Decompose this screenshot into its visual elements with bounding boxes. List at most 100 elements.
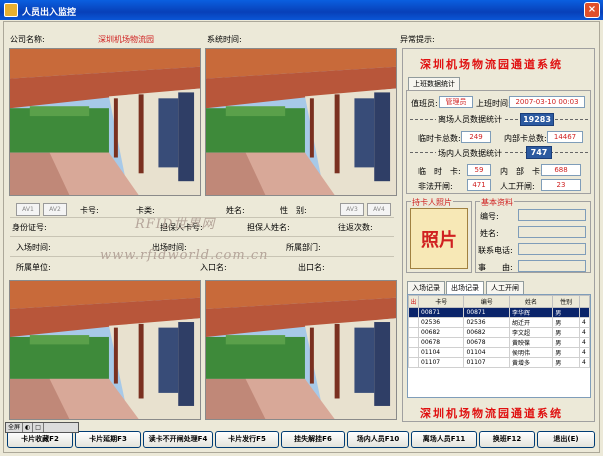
report-loss-button[interactable]: 挂失解挂F6 [281, 431, 345, 448]
camera-feed-4 [205, 280, 397, 420]
col-number[interactable]: 编号 [463, 295, 510, 308]
card-collect-button[interactable]: 卡片收藏F2 [7, 431, 73, 448]
footer-system-title: 深圳机场物流园通道系统 [420, 407, 563, 420]
in-stats-label: 场内人员数据统计 [436, 148, 504, 159]
table-row[interactable]: 01104 01104 侯明伟 男 4 [408, 347, 590, 358]
app-icon [4, 3, 18, 17]
watermark-logo: RFID世界网 [135, 217, 216, 232]
tab-exit-records[interactable]: 出场记录 [446, 281, 484, 294]
records-grid[interactable]: 出 卡号 编号 姓名 性别 00871 00871 李华辉 男 02536 02… [407, 294, 591, 398]
basic-no-field[interactable] [518, 209, 586, 221]
cell-extra: 4 [579, 347, 590, 358]
cell-card-no: 02536 [417, 317, 465, 328]
table-row[interactable]: 01107 01107 黄增多 男 4 [408, 357, 590, 368]
basic-phone-field[interactable] [518, 243, 586, 255]
in-site-staff-button[interactable]: 场内人员F10 [347, 431, 409, 448]
read-no-open-button[interactable]: 读卡不开闸处理F4 [143, 431, 213, 448]
table-row[interactable]: 02536 02536 胡迁开 男 4 [408, 317, 590, 328]
table-row[interactable]: 00682 00682 李文超 男 4 [408, 327, 590, 338]
cell-sex: 男 [552, 317, 580, 328]
watermark-url: www.rfidworld.com.cn [100, 248, 269, 263]
camera-1-image [10, 49, 200, 195]
cell-name: 侯明伟 [508, 347, 554, 358]
cell-name: 黄映葆 [508, 337, 554, 348]
tab-entry-records[interactable]: 入场记录 [407, 281, 445, 294]
col-card-no[interactable]: 卡号 [417, 295, 465, 308]
visits-label: 往返次数: [338, 223, 373, 232]
card-extend-button[interactable]: 卡片延期F3 [75, 431, 141, 448]
av3-button[interactable]: AV3 [340, 203, 364, 216]
cell-sex: 男 [552, 357, 580, 368]
cell-number: 00682 [463, 327, 510, 338]
window-title: 人员出入监控 [22, 8, 77, 18]
temp-total-label: 临时卡总数: [418, 134, 461, 143]
camera-4-image [206, 281, 396, 419]
row-marker [408, 317, 419, 328]
av1-button[interactable]: AV1 [16, 203, 40, 216]
name-label: 姓名: [226, 206, 245, 215]
basic-name-field[interactable] [518, 226, 586, 238]
cell-number: 01104 [463, 347, 510, 358]
cell-name: 胡迁开 [508, 317, 554, 328]
entry-time-label: 入场时间: [16, 243, 51, 252]
shift-time-value: 2007-03-10 00:03 [509, 96, 585, 108]
function-key-bar: 卡片收藏F2 卡片延期F3 读卡不开闸处理F4 卡片发行F5 挂失解挂F6 场内… [3, 428, 600, 451]
toolbar-window-button[interactable]: □ [33, 423, 44, 432]
cell-extra: 4 [579, 317, 590, 328]
cardholder-photo: 照片 [410, 208, 468, 269]
basic-name-label: 姓名: [480, 229, 499, 238]
internal-card-value: 688 [541, 164, 581, 176]
sponsor-name-label: 担保人姓名: [247, 223, 290, 232]
av2-button[interactable]: AV2 [43, 203, 67, 216]
temp-total-value: 249 [461, 131, 491, 143]
tab-shift-stats[interactable]: 上班数据统计 [408, 77, 460, 90]
sex-label: 性 别: [280, 206, 307, 215]
col-name[interactable]: 姓名 [508, 295, 554, 308]
basic-info-label: 基本资料 [480, 197, 514, 208]
duty-label: 值班员: [411, 99, 438, 108]
cell-name: 李华辉 [508, 307, 554, 318]
close-button[interactable]: × [584, 2, 600, 18]
system-time-label: 系统时间: [207, 35, 242, 44]
exit-button[interactable]: 退出(E) [537, 431, 595, 448]
illegal-open-value: 471 [467, 179, 491, 191]
av4-button[interactable]: AV4 [367, 203, 391, 216]
exit-gate-label: 出口名: [298, 263, 325, 272]
camera-feed-3 [9, 280, 201, 420]
cell-card-no: 01107 [417, 357, 465, 368]
row-marker [408, 347, 419, 358]
department-label: 所属部门: [286, 243, 321, 252]
title-bar: 人员出入监控 × [0, 0, 603, 20]
internal-total-label: 内部卡总数: [504, 134, 547, 143]
cell-sex: 男 [552, 347, 580, 358]
entry-gate-label: 入口名: [200, 263, 227, 272]
col-extra[interactable] [579, 295, 590, 308]
card-issue-button[interactable]: 卡片发行F5 [215, 431, 279, 448]
shift-change-button[interactable]: 换班F12 [479, 431, 535, 448]
table-row[interactable]: 00678 00678 黄映葆 男 4 [408, 337, 590, 348]
cell-name: 李文超 [508, 327, 554, 338]
temp-card-label: 临 时 卡: [418, 167, 461, 176]
fullscreen-button[interactable]: 全屏 [6, 423, 24, 432]
grid-corner: 出 [408, 295, 419, 308]
tab-manual-open[interactable]: 人工开闸 [486, 281, 524, 294]
left-staff-button[interactable]: 离场人员F11 [411, 431, 477, 448]
leave-stats-label: 离场人员数据统计 [436, 114, 504, 125]
basic-reason-field[interactable] [518, 260, 586, 272]
info-divider-2 [10, 236, 394, 237]
basic-phone-label: 联系电话: [478, 246, 513, 255]
cell-extra: 4 [579, 357, 590, 368]
cell-name: 黄增多 [508, 357, 554, 368]
cell-number: 02536 [463, 317, 510, 328]
table-row[interactable]: 00871 00871 李华辉 男 [408, 307, 590, 318]
leave-stats-value: 19283 [520, 113, 554, 126]
cell-number: 01107 [463, 357, 510, 368]
card-no-label: 卡号: [80, 206, 99, 215]
toolbar-mode-button[interactable]: ◐ [23, 423, 34, 432]
basic-reason-label: 事 由: [478, 263, 513, 272]
camera-2-image [206, 49, 396, 195]
col-sex[interactable]: 性别 [552, 295, 580, 308]
row-marker [408, 337, 419, 348]
internal-total-value: 14467 [547, 131, 583, 143]
cell-number: 00678 [463, 337, 510, 348]
